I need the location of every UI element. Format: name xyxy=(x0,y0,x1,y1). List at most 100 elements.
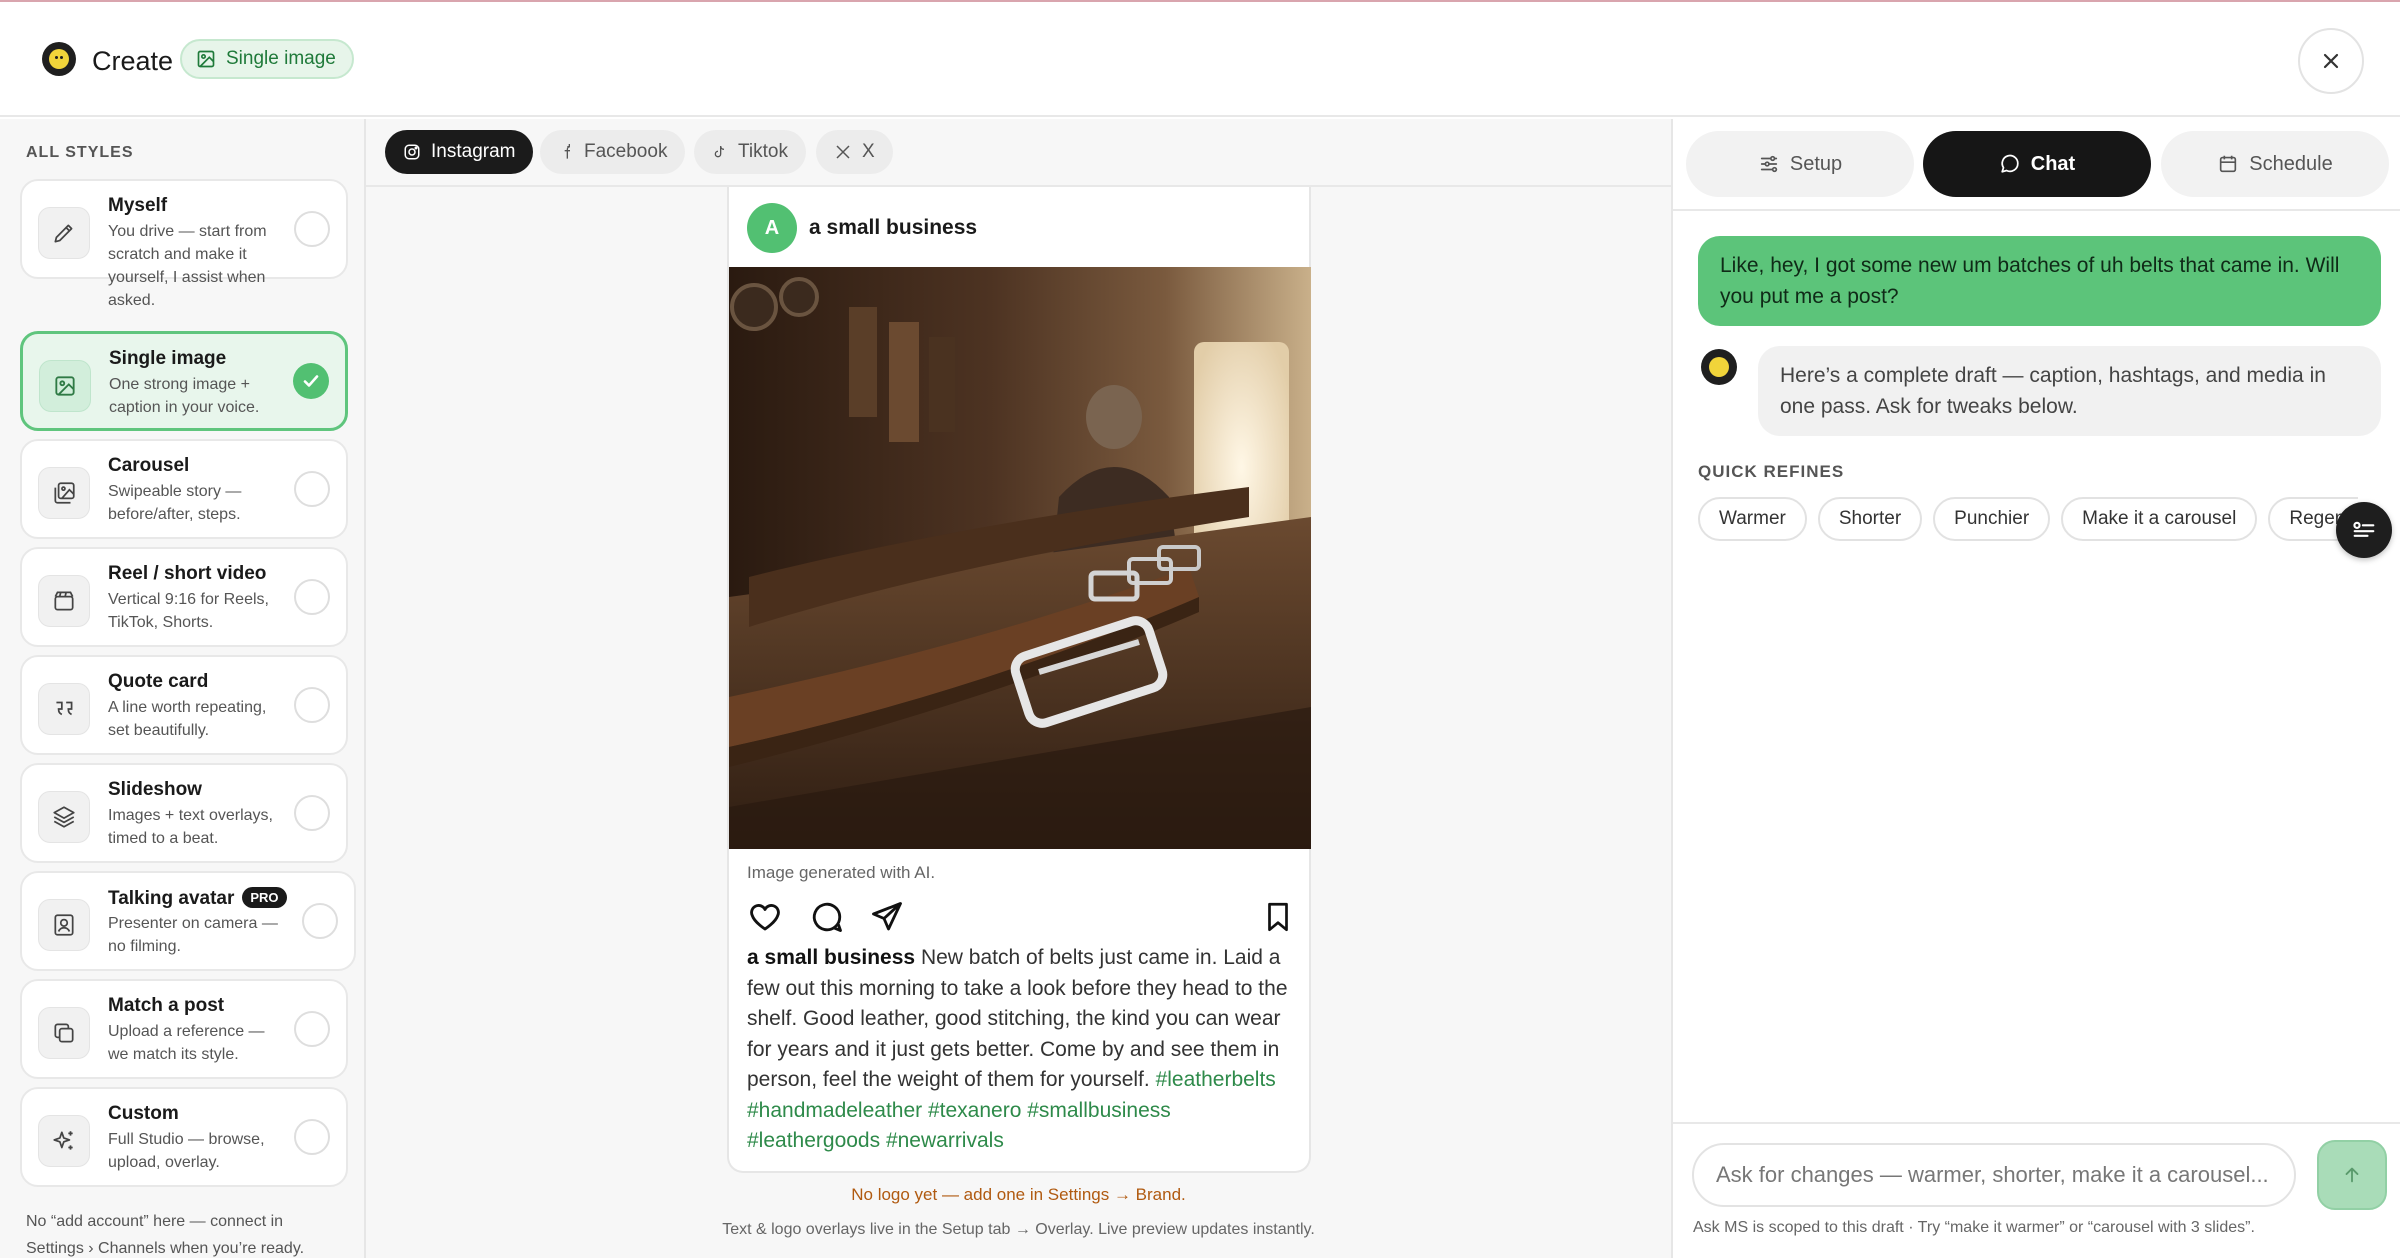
tab-label: Chat xyxy=(2030,152,2076,175)
account-name: a small business xyxy=(809,216,978,239)
refine-carousel-button[interactable]: Make it a carousel xyxy=(2061,497,2258,541)
image-icon xyxy=(39,360,91,412)
style-radio[interactable] xyxy=(294,211,330,247)
tab-tiktok[interactable]: Tiktok xyxy=(694,130,806,174)
tab-chat[interactable]: Chat xyxy=(1923,131,2151,197)
format-chip-label: Single image xyxy=(226,48,336,69)
style-card-carousel[interactable]: Carousel Swipeable story — before/after,… xyxy=(20,439,348,539)
arrow-up-icon xyxy=(2341,1164,2363,1186)
caption-account: a small business xyxy=(747,946,916,969)
list-filter-icon xyxy=(2350,516,2378,544)
image-icon xyxy=(196,49,216,69)
avatar-icon xyxy=(38,899,90,951)
style-card-reel[interactable]: Reel / short video Vertical 9:16 for Ree… xyxy=(20,547,348,647)
tab-label: Tiktok xyxy=(738,141,788,162)
refine-punchier-button[interactable]: Punchier xyxy=(1933,497,2051,541)
assistant-avatar xyxy=(1701,349,1737,385)
style-card-myself[interactable]: Myself You drive — start from scratch an… xyxy=(20,179,348,309)
style-desc: Presenter on camera — no filming. xyxy=(108,915,278,955)
account-avatar: A xyxy=(747,203,797,253)
copy-icon xyxy=(38,1007,90,1059)
chat-footer-note: Ask MS is scoped to this draft · Try “ma… xyxy=(1693,1219,2255,1236)
page-title: Create xyxy=(92,46,174,76)
style-card-match-a-post[interactable]: Match a post Upload a reference — we mat… xyxy=(20,979,348,1079)
user-message: Like, hey, I got some new um batches of … xyxy=(1698,236,2381,326)
like-icon[interactable] xyxy=(747,899,783,935)
tab-instagram[interactable]: Instagram xyxy=(385,130,534,174)
tiktok-icon xyxy=(712,144,728,160)
refine-warmer-button[interactable]: Warmer xyxy=(1698,497,1807,541)
tab-setup[interactable]: Setup xyxy=(1686,131,1914,197)
style-radio[interactable] xyxy=(294,579,330,615)
post-caption: a small business New batch of belts just… xyxy=(747,943,1297,1157)
selected-check-icon[interactable] xyxy=(293,363,329,399)
comment-icon[interactable] xyxy=(809,899,845,935)
style-card-quote-card[interactable]: Quote card A line worth repeating, set b… xyxy=(20,655,348,755)
style-radio[interactable] xyxy=(294,471,330,507)
close-icon xyxy=(2321,51,2341,71)
tab-schedule[interactable]: Schedule xyxy=(2161,131,2389,197)
style-desc: A line worth repeating, set beautifully. xyxy=(108,699,267,739)
style-desc: Swipeable story — before/after, steps. xyxy=(108,483,242,523)
post-image[interactable] xyxy=(729,267,1311,849)
bookmark-icon[interactable] xyxy=(1261,899,1295,935)
clapperboard-icon xyxy=(38,575,90,627)
panel-tabs: Setup Chat Schedule xyxy=(1673,119,2400,211)
assistant-message: Here’s a complete draft — caption, hasht… xyxy=(1758,346,2381,436)
x-icon xyxy=(834,143,852,161)
tab-x[interactable]: X xyxy=(816,130,893,174)
style-card-slideshow[interactable]: Slideshow Images + text overlays, timed … xyxy=(20,763,348,863)
quick-refines-row: Warmer Shorter Punchier Make it a carous… xyxy=(1698,497,2358,543)
send-button[interactable] xyxy=(2317,1140,2387,1210)
style-card-single-image[interactable]: Single image One strong image + caption … xyxy=(20,331,348,431)
style-radio[interactable] xyxy=(294,1011,330,1047)
instagram-icon xyxy=(403,143,421,161)
overlay-hint: Text & logo overlays live in the Setup t… xyxy=(722,1221,1315,1238)
style-desc: Images + text overlays, timed to a beat. xyxy=(108,807,273,847)
tab-facebook[interactable]: Facebook xyxy=(540,130,686,174)
style-title: Carousel xyxy=(108,455,190,476)
format-chip[interactable]: Single image xyxy=(180,39,354,79)
calendar-icon xyxy=(2217,153,2239,175)
style-title: Talking avatar PRO xyxy=(108,887,287,910)
tab-label: Instagram xyxy=(431,141,516,162)
share-icon[interactable] xyxy=(869,899,905,935)
styles-sidebar: ALL STYLES Myself You drive — start from… xyxy=(0,119,366,1258)
assistant-panel: Setup Chat Schedule Like, hey, I got som… xyxy=(1671,119,2400,1258)
style-title: Reel / short video xyxy=(108,563,267,584)
ai-generated-note: Image generated with AI. xyxy=(747,863,936,882)
style-desc: Full Studio — browse, upload, overlay. xyxy=(108,1131,265,1171)
close-button[interactable] xyxy=(2298,28,2364,94)
carousel-icon xyxy=(38,467,90,519)
style-desc: Vertical 9:16 for Reels, TikTok, Shorts. xyxy=(108,591,269,631)
style-radio[interactable] xyxy=(302,903,338,939)
app-logo xyxy=(42,42,76,76)
style-card-talking-avatar[interactable]: Talking avatar PRO Presenter on camera — … xyxy=(20,871,356,971)
platform-tabs: Instagram Facebook Tiktok X xyxy=(366,119,1671,187)
chat-input[interactable] xyxy=(1692,1143,2296,1207)
style-title: Single image xyxy=(109,348,227,369)
tab-label: Schedule xyxy=(2249,152,2333,175)
chat-icon xyxy=(1999,153,2021,175)
refine-shorter-button[interactable]: Shorter xyxy=(1817,497,1923,541)
style-title: Match a post xyxy=(108,995,225,1016)
layers-icon xyxy=(38,791,90,843)
header: Create Single image xyxy=(0,2,2400,117)
facebook-icon xyxy=(558,144,574,160)
style-desc: One strong image + caption in your voice… xyxy=(109,376,260,416)
style-card-custom[interactable]: Custom Full Studio — browse, upload, ove… xyxy=(20,1087,348,1187)
sliders-icon xyxy=(1758,153,1780,175)
pencil-icon xyxy=(38,207,90,259)
style-radio[interactable] xyxy=(294,795,330,831)
pro-badge: PRO xyxy=(242,887,287,908)
style-radio[interactable] xyxy=(294,687,330,723)
preview-area: Instagram Facebook Tiktok X A a small bu… xyxy=(366,119,1671,1258)
style-title: Custom xyxy=(108,1103,179,1124)
style-desc: You drive — start from scratch and make … xyxy=(108,223,267,309)
style-radio[interactable] xyxy=(294,1119,330,1155)
floating-menu-button[interactable] xyxy=(2336,502,2392,558)
post-preview-card: A a small business Image generated with … xyxy=(727,187,1311,1173)
style-desc: Upload a reference — we match its style. xyxy=(108,1023,265,1063)
style-title: Myself xyxy=(108,195,168,216)
tab-label: Setup xyxy=(1789,152,1843,175)
